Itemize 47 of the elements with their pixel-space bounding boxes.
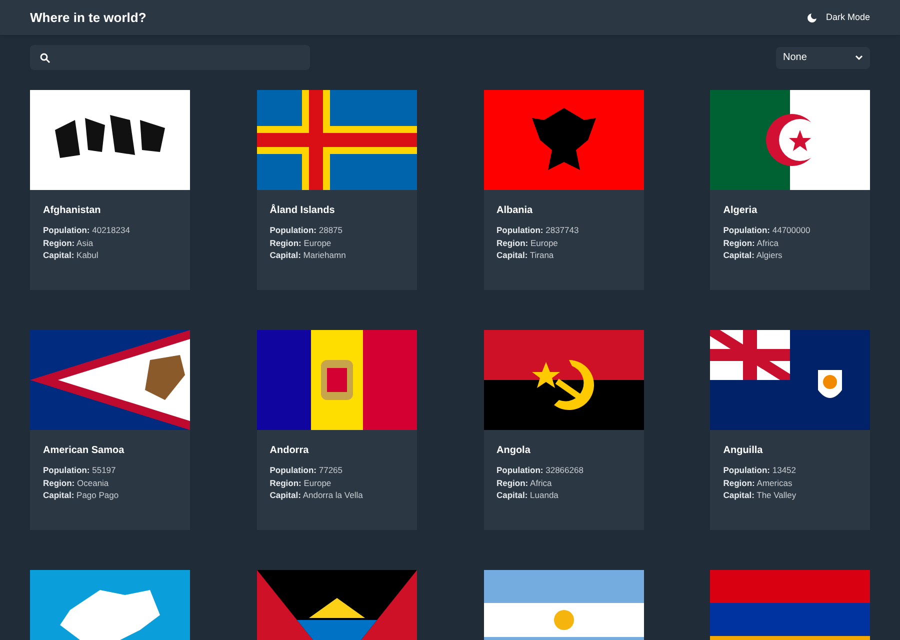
country-detail: Capital: Andorra la Vella — [270, 489, 364, 502]
country-detail: Region: Africa — [496, 476, 553, 489]
region-filter[interactable]: None — [776, 46, 870, 68]
country-card[interactable]: Andorra Population: 77265 Region: Europe Capital: Andorra la Vella — [256, 330, 417, 530]
country-detail: Population: 40218234 — [43, 224, 131, 236]
app-title: Where in te world? — [30, 8, 146, 27]
country-name: Anguilla — [723, 444, 764, 458]
country-detail: Region: Europe — [270, 236, 332, 249]
country-detail: Region: Africa — [723, 236, 780, 249]
country-detail: Capital: Mariehamn — [270, 249, 347, 262]
country-detail: Capital: Algiers — [723, 249, 784, 262]
country-card[interactable]: American Samoa Population: 55197 Region: Oceania Capital: Pago Pago — [30, 330, 190, 530]
country-card[interactable]: Afghanistan Population: 40218234 Region: Asia Capital: Kabul — [30, 90, 190, 290]
country-detail: Region: Oceania — [43, 476, 110, 489]
country-detail: Region: Europe — [270, 476, 332, 489]
country-detail: Region: Asia — [43, 236, 94, 249]
country-detail: Capital: Pago Pago — [43, 489, 120, 502]
search-field[interactable] — [30, 45, 310, 70]
country-detail: Capital: Kabul — [43, 249, 100, 262]
country-name: Angola — [496, 444, 532, 458]
country-detail: Population: 28875 — [270, 224, 344, 236]
country-card[interactable]: Albania Population: 2837743 Region: Europe Capital: Tirana — [484, 90, 644, 290]
country-card[interactable]: Åland Islands Population: 28875 Region: Europe Capital: Mariehamn — [256, 90, 417, 290]
country-detail: Capital: The Valley — [723, 489, 798, 502]
country-name: Afghanistan — [43, 204, 102, 218]
country-detail: Population: 44700000 — [723, 224, 812, 236]
country-detail: Population: 77265 — [270, 464, 344, 476]
country-card[interactable]: Angola Population: 32866268 Region: Africa Capital: Luanda — [484, 330, 644, 530]
country-detail: Capital: Tirana — [496, 249, 555, 262]
country-card[interactable]: Anguilla Population: 13452 Region: Americas Capital: The Valley — [710, 330, 870, 530]
country-detail: Population: 13452 — [723, 464, 797, 476]
country-detail: Population: 55197 — [43, 464, 117, 476]
moon-icon — [806, 12, 818, 24]
country-name: Andorra — [270, 444, 310, 458]
country-detail: Population: 2837743 — [496, 224, 580, 236]
country-name: Algeria — [723, 204, 758, 218]
chevron-down-icon — [855, 54, 863, 60]
dark-mode-toggle[interactable]: Dark Mode — [806, 10, 870, 24]
country-name: Åland Islands — [270, 203, 336, 218]
country-detail: Region: Europe — [496, 236, 559, 249]
country-detail: Capital: Luanda — [496, 489, 560, 502]
country-name: American Samoa — [43, 444, 126, 458]
search-icon — [39, 52, 51, 64]
country-detail: Region: Americas — [723, 476, 794, 489]
country-card[interactable]: Algeria Population: 44700000 Region: Africa Capital: Algiers — [710, 90, 870, 290]
country-detail: Population: 32866268 — [496, 464, 584, 476]
country-name: Albania — [496, 204, 534, 218]
